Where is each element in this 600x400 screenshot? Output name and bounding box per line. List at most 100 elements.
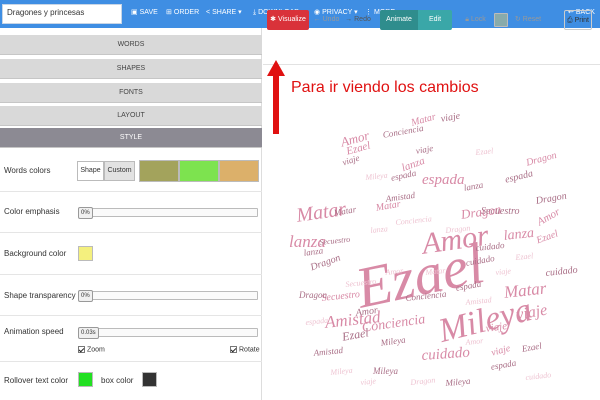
word-color-swatch-2[interactable] — [179, 160, 219, 182]
word-cloud[interactable]: Amor Ezael Mileya Matar lanza viaje espada Drag… — [285, 108, 585, 393]
cloud-word[interactable]: viaje — [341, 153, 361, 168]
cloud-word[interactable]: Dragon — [525, 150, 558, 169]
edit-mode-button[interactable]: Edit — [418, 10, 452, 30]
cloud-word[interactable]: Dragon — [535, 191, 568, 207]
share-label: SHARE — [212, 9, 237, 16]
cloud-word[interactable]: cuidado — [545, 265, 578, 279]
reset-icon: ↻ — [514, 16, 521, 23]
order-button[interactable]: ⊞ ORDER — [166, 8, 199, 16]
box-color-swatch[interactable] — [142, 372, 157, 387]
accordion-layout[interactable]: LAYOUT — [0, 106, 262, 126]
cloud-word[interactable]: Amor — [385, 266, 404, 277]
cloud-word[interactable]: Dragon — [299, 290, 327, 300]
color-emphasis-slider[interactable]: 0% — [78, 207, 258, 219]
magic-wand-icon: ✱ — [270, 16, 276, 23]
accordion-fonts[interactable]: FONTS — [0, 83, 262, 103]
cloud-word[interactable]: Secuestro — [319, 235, 351, 247]
save-button[interactable]: ▣ SAVE — [131, 8, 158, 16]
word-color-swatch-3[interactable] — [219, 160, 259, 182]
cloud-word[interactable]: Mileya — [445, 376, 471, 388]
share-icon: < — [206, 9, 211, 16]
background-color-label: Background color — [4, 249, 67, 258]
cloud-word[interactable]: Amor — [535, 206, 562, 229]
cloud-word[interactable]: Matar — [410, 112, 437, 129]
word-color-swatch-1[interactable] — [139, 160, 179, 182]
cloud-word[interactable]: Dragon — [410, 375, 436, 387]
background-color-swatch[interactable] — [78, 246, 93, 261]
toolbar-divider — [263, 64, 600, 65]
print-icon: ⎙ — [566, 17, 573, 24]
annotation-text: Para ir viendo los cambios — [291, 79, 479, 96]
rotate-label: Rotate — [239, 346, 260, 354]
order-label: ORDER — [173, 9, 200, 16]
redo-label: Redo — [354, 16, 371, 23]
share-menu[interactable]: < SHARE ▾ — [206, 8, 242, 16]
shape-transparency-handle[interactable]: 0% — [78, 290, 93, 302]
cloud-word[interactable]: lanza — [503, 226, 535, 245]
visualize-button[interactable]: ✱ Visualize — [267, 10, 309, 30]
animation-speed-handle[interactable]: 0.03s — [78, 327, 99, 339]
cloud-word[interactable]: Matar — [375, 199, 402, 214]
lock-button[interactable]: 🔒︎ Lock — [462, 10, 489, 30]
lock-color-swatch[interactable] — [494, 13, 508, 27]
cloud-word[interactable]: lanza — [303, 245, 324, 258]
cloud-word[interactable]: Matar — [503, 279, 547, 303]
undo-button[interactable]: ← Undo — [312, 10, 341, 30]
cloud-word[interactable]: Mileya — [380, 335, 406, 348]
red-arrow-icon — [267, 60, 285, 134]
cloud-word[interactable]: espada — [504, 168, 534, 186]
color-emphasis-label: Color emphasis — [4, 207, 60, 216]
cloud-word[interactable]: Mileya — [365, 171, 388, 182]
accordion-shapes[interactable]: SHAPES — [0, 59, 262, 79]
cloud-word[interactable]: cuidado — [475, 240, 505, 253]
cloud-word[interactable]: lanza — [463, 180, 484, 193]
zoom-check-icon[interactable] — [78, 346, 85, 353]
cloud-word[interactable]: viaje — [360, 376, 376, 387]
print-label: Print — [574, 17, 589, 24]
animate-mode-button[interactable]: Animate — [380, 10, 418, 30]
cloud-word[interactable]: viaje — [440, 111, 461, 125]
cloud-word[interactable]: Mileya — [330, 366, 353, 377]
redo-button[interactable]: → Redo — [343, 10, 373, 30]
cloud-word[interactable]: Ezael — [535, 228, 560, 246]
cloud-word[interactable]: Mileya — [373, 366, 398, 376]
print-button[interactable]: ⎙ Print — [564, 10, 592, 30]
color-emphasis-handle[interactable]: 0% — [78, 207, 93, 219]
cloud-word[interactable]: Ezael — [515, 251, 534, 262]
cloud-word[interactable]: Amistad — [313, 345, 343, 358]
cloud-word[interactable]: cuidado — [525, 370, 552, 382]
cloud-word[interactable]: viaje — [495, 266, 511, 277]
reset-button[interactable]: ↻ Reset — [513, 10, 543, 30]
custom-colors-button[interactable]: Custom — [104, 161, 135, 181]
shape-transparency-row: Shape transparency 0% — [0, 275, 262, 316]
cloud-word[interactable]: Ezael — [341, 325, 370, 344]
cloud-word[interactable]: viaje — [515, 302, 549, 325]
cloud-word[interactable]: viaje — [415, 143, 434, 156]
shape-transparency-slider[interactable]: 0% — [78, 290, 258, 302]
rotate-check-icon[interactable] — [230, 346, 237, 353]
rotate-checkbox[interactable]: Rotate — [230, 346, 260, 353]
accordion-words[interactable]: WORDS — [0, 35, 262, 55]
caret-down-icon: ▾ — [236, 9, 242, 16]
cloud-word[interactable]: Secuestro — [481, 206, 520, 217]
shape-transparency-label: Shape transparency — [4, 291, 76, 300]
project-name-input[interactable]: Dragones y princesas — [2, 4, 122, 24]
cloud-word[interactable]: viaje — [490, 343, 512, 359]
cloud-word[interactable]: Ezael — [475, 146, 494, 157]
shape-colors-button[interactable]: Shape — [77, 161, 104, 181]
animation-speed-slider[interactable]: 0.03s — [78, 327, 258, 339]
box-color-label: box color — [101, 376, 134, 385]
rollover-text-color-swatch[interactable] — [78, 372, 93, 387]
cloud-word[interactable]: cuidado — [421, 345, 470, 365]
cloud-word[interactable]: espada — [490, 358, 517, 372]
cloud-word[interactable]: Conciencia — [395, 214, 432, 227]
accordion-style[interactable]: STYLE — [0, 128, 262, 148]
zoom-checkbox[interactable]: Zoom — [78, 346, 105, 353]
cloud-word[interactable]: Ezael — [521, 341, 542, 354]
cloud-word[interactable]: Amor — [465, 336, 484, 347]
cloud-word[interactable]: espada — [422, 172, 465, 189]
cloud-word[interactable]: lanza — [370, 224, 388, 235]
cloud-word[interactable]: espada — [390, 168, 417, 183]
undo-label: Undo — [322, 16, 340, 23]
reset-label: Reset — [522, 16, 542, 23]
